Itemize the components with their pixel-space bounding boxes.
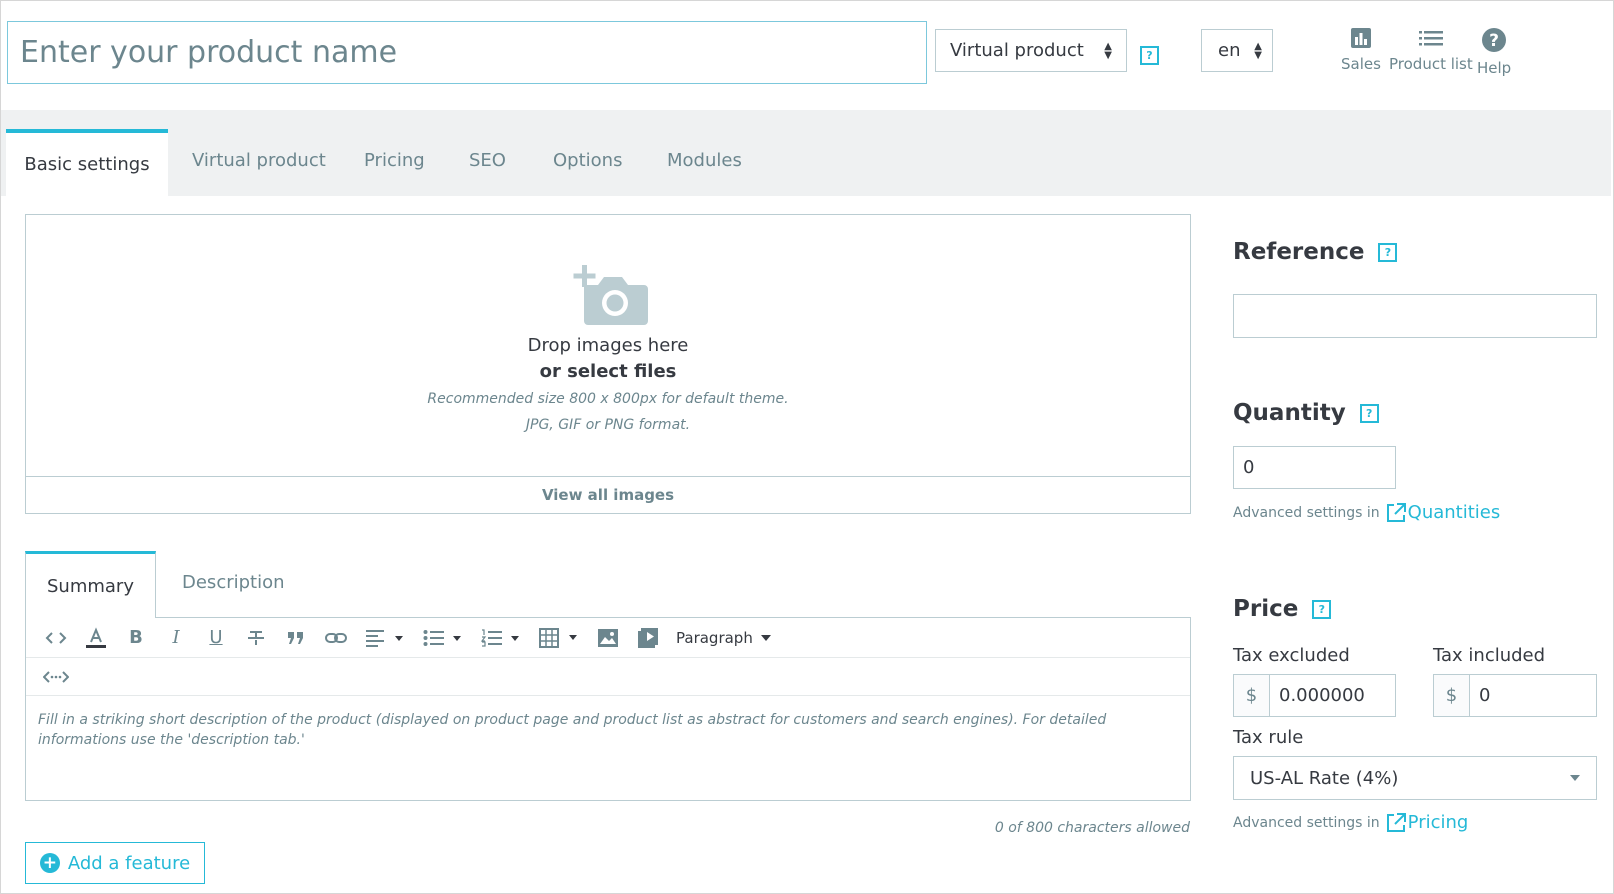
summary-editor: B I U Paragraph Fill in a striking short…	[25, 617, 1191, 801]
currency-addon: $	[1434, 675, 1470, 716]
tab-basic-settings[interactable]: Basic settings	[6, 129, 168, 196]
product-list-link[interactable]: Product list	[1389, 27, 1473, 73]
select-arrows-icon: ▲ ▼	[1254, 40, 1262, 61]
blockquote-icon[interactable]	[276, 623, 316, 653]
drop-title: Drop images here	[527, 335, 689, 356]
image-dropzone[interactable]: Drop images here or select files Recomme…	[25, 214, 1191, 514]
price-heading: Price ?	[1233, 596, 1332, 622]
price-advanced-settings: Advanced settings in Pricing	[1233, 812, 1468, 833]
quantity-input[interactable]: 0	[1233, 446, 1396, 489]
tab-seo[interactable]: SEO	[469, 150, 506, 171]
language-value: en	[1218, 40, 1241, 61]
table-icon[interactable]	[530, 623, 588, 653]
reference-label: Reference	[1233, 239, 1365, 265]
code-sample-icon[interactable]	[36, 662, 76, 692]
editor-toolbar-row2	[26, 658, 1190, 696]
editor-toolbar: B I U Paragraph	[26, 618, 1190, 658]
price-adv-text: Advanced settings in	[1233, 814, 1380, 831]
quantity-help-icon[interactable]: ?	[1359, 403, 1379, 423]
tax-rule-value: US-AL Rate (4%)	[1250, 767, 1399, 789]
tab-description[interactable]: Description	[182, 572, 285, 593]
reference-heading: Reference ?	[1233, 239, 1398, 265]
align-dropdown-icon[interactable]	[356, 623, 414, 653]
pricing-link-label: Pricing	[1407, 812, 1469, 833]
tab-pricing[interactable]: Pricing	[364, 150, 425, 171]
list-icon	[1418, 31, 1443, 46]
tab-virtual-product[interactable]: Virtual product	[192, 150, 326, 171]
currency-addon: $	[1234, 675, 1270, 716]
text-color-icon[interactable]	[76, 623, 116, 653]
tax-rule-label: Tax rule	[1233, 727, 1304, 748]
select-files-link[interactable]: or select files	[26, 361, 1190, 382]
italic-icon[interactable]: I	[156, 623, 196, 653]
language-select[interactable]: en ▲ ▼	[1201, 29, 1273, 72]
sales-link[interactable]: Sales	[1341, 27, 1381, 73]
media-icon[interactable]	[628, 623, 668, 653]
size-hint: Recommended size 800 x 800px for default…	[427, 391, 789, 407]
external-link-icon	[1386, 812, 1406, 832]
tax-included-label: Tax included	[1433, 645, 1546, 666]
view-all-images-button[interactable]: View all images	[26, 476, 1190, 513]
quantity-advanced-settings: Advanced settings in Quantities	[1233, 502, 1500, 523]
bar-chart-icon	[1350, 28, 1371, 48]
tab-modules[interactable]: Modules	[667, 150, 742, 171]
product-name-input[interactable]	[7, 21, 927, 84]
price-label: Price	[1233, 596, 1299, 622]
tax-included-value[interactable]: 0	[1470, 675, 1596, 716]
help-link[interactable]: ? Help	[1477, 27, 1511, 77]
sales-label: Sales	[1341, 55, 1381, 73]
header: Virtual product ▲▼ ? en ▲▼ Sales Product…	[1, 1, 1613, 109]
bold-icon[interactable]: B	[116, 623, 156, 653]
pricing-link[interactable]: Pricing	[1386, 812, 1469, 833]
numbered-list-icon[interactable]	[472, 623, 530, 653]
reference-input[interactable]	[1233, 294, 1597, 338]
product-list-label: Product list	[1389, 55, 1473, 73]
product-type-select[interactable]: Virtual product ▲ ▼	[935, 29, 1127, 72]
tab-options[interactable]: Options	[553, 150, 622, 171]
add-feature-button[interactable]: + Add a feature	[25, 842, 205, 884]
add-photo-icon	[573, 265, 648, 325]
quantity-heading: Quantity ?	[1233, 400, 1379, 426]
price-help-icon[interactable]: ?	[1312, 599, 1332, 619]
quantities-link-label: Quantities	[1407, 502, 1501, 523]
reference-help-icon[interactable]: ?	[1378, 242, 1398, 262]
tax-excluded-value[interactable]: 0.000000	[1270, 675, 1395, 716]
quantity-label: Quantity	[1233, 400, 1346, 426]
tax-rule-select[interactable]: US-AL Rate (4%)	[1233, 756, 1597, 800]
question-circle-icon: ?	[1482, 28, 1507, 52]
source-code-icon[interactable]	[36, 623, 76, 653]
tax-excluded-label: Tax excluded	[1233, 645, 1350, 666]
external-link-icon	[1386, 502, 1406, 522]
price-tax-included-input[interactable]: $ 0	[1433, 674, 1597, 717]
caret-down-icon	[1570, 775, 1580, 781]
price-tax-excluded-input[interactable]: $ 0.000000	[1233, 674, 1396, 717]
quantity-adv-text: Advanced settings in	[1233, 504, 1380, 521]
underline-icon[interactable]: U	[196, 623, 236, 653]
caret-down-icon	[760, 634, 771, 641]
bullet-list-icon[interactable]	[414, 623, 472, 653]
svg-text:?: ?	[1489, 31, 1499, 51]
paragraph-label: Paragraph	[676, 628, 753, 647]
strikethrough-icon[interactable]	[236, 623, 276, 653]
character-counter: 0 of 800 characters allowed	[994, 820, 1190, 836]
tab-summary[interactable]: Summary	[25, 551, 156, 618]
summary-placeholder[interactable]: Fill in a striking short description of …	[38, 710, 1178, 750]
select-arrows-icon: ▲ ▼	[1104, 40, 1112, 61]
product-tabs: Basic settings Virtual product Pricing S…	[1, 110, 1611, 196]
plus-circle-icon: +	[39, 853, 60, 873]
product-type-help-icon[interactable]: ?	[1140, 46, 1159, 65]
quantities-link[interactable]: Quantities	[1386, 502, 1501, 523]
help-label: Help	[1477, 59, 1512, 77]
add-feature-label: Add a feature	[67, 852, 191, 874]
format-hint: JPG, GIF or PNG format.	[525, 417, 691, 433]
paragraph-format-select[interactable]: Paragraph	[668, 629, 771, 647]
product-type-value: Virtual product	[950, 40, 1084, 61]
image-icon[interactable]	[588, 623, 628, 653]
link-icon[interactable]	[316, 623, 356, 653]
